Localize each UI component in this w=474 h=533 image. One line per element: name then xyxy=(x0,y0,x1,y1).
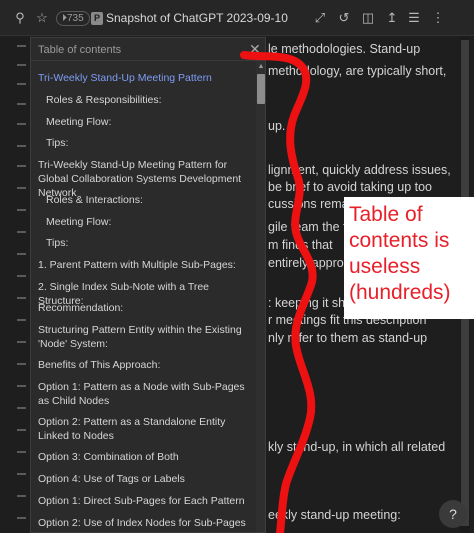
document-line: le methodologies. Stand-up xyxy=(268,42,421,56)
block-handle-icon[interactable] xyxy=(17,187,26,189)
block-handle-icon[interactable] xyxy=(17,209,26,211)
toc-item[interactable]: Option 3: Combination of Both xyxy=(38,450,248,464)
annotation-callout: Table of contents is useless (hundreds) xyxy=(344,197,474,319)
toc-item[interactable]: Tri-Weekly Stand-Up Meeting Pattern xyxy=(38,71,248,85)
block-handle-icon[interactable] xyxy=(17,473,26,475)
scroll-up-icon[interactable]: ▲ xyxy=(256,62,265,72)
block-handle-icon[interactable] xyxy=(17,363,26,365)
share-icon[interactable]: ↥ xyxy=(384,10,400,26)
block-handle-icon[interactable] xyxy=(17,451,26,453)
more-icon[interactable]: ⋮ xyxy=(430,10,446,26)
page-title: Snapshot of ChatGPT 2023-09-10 xyxy=(106,11,288,25)
block-handle-icon[interactable] xyxy=(17,297,26,299)
link-count-badge[interactable]: ⏵735 xyxy=(56,11,90,26)
toc-item[interactable]: Benefits of This Approach: xyxy=(38,358,248,372)
document-line: : keeping it sho xyxy=(268,296,353,310)
toc-item[interactable]: Option 2: Use of Index Nodes for Sub-Pag… xyxy=(38,516,248,530)
annotation-line: useless xyxy=(349,255,421,278)
block-handle-icon[interactable] xyxy=(17,253,26,255)
block-handle-icon[interactable] xyxy=(17,103,26,105)
table-of-contents-panel: Table of contents ✕ Tri-Weekly Stand-Up … xyxy=(30,37,266,533)
toc-item[interactable]: Roles & Interactions: xyxy=(46,193,256,207)
toc-item[interactable]: Recommendation: xyxy=(38,301,248,315)
toc-item[interactable]: Option 1: Direct Sub-Pages for Each Patt… xyxy=(38,494,248,508)
toc-item[interactable]: Structuring Pattern Entity within the Ex… xyxy=(38,323,248,351)
block-handle-icon[interactable] xyxy=(17,231,26,233)
block-handle-icon[interactable] xyxy=(17,385,26,387)
block-handle-icon[interactable] xyxy=(17,495,26,497)
block-handle-icon[interactable] xyxy=(17,429,26,431)
annotation-line: Table of xyxy=(349,203,423,226)
block-handle-icon[interactable] xyxy=(17,407,26,409)
block-gutter xyxy=(0,37,30,533)
document-line: gile team the f xyxy=(268,220,347,234)
block-handle-icon[interactable] xyxy=(17,64,26,66)
document-line: eekly stand-up meeting: xyxy=(268,508,401,522)
search-icon[interactable]: ⚲ xyxy=(12,10,28,26)
block-handle-icon[interactable] xyxy=(17,165,26,167)
annotation-line: contents is xyxy=(349,229,450,252)
block-handle-icon[interactable] xyxy=(17,275,26,277)
toc-item[interactable]: Option 2: Pattern as a Standalone Entity… xyxy=(38,415,248,443)
toc-title: Table of contents xyxy=(38,44,122,56)
close-icon[interactable]: ✕ xyxy=(249,41,261,58)
page-type-badge: P xyxy=(91,12,103,25)
block-handle-icon[interactable] xyxy=(17,517,26,519)
toc-scrollbar[interactable] xyxy=(256,61,265,532)
toc-item[interactable]: Tips: xyxy=(46,236,256,250)
toc-item[interactable]: Meeting Flow: xyxy=(46,215,256,229)
list-icon[interactable]: ☰ xyxy=(406,10,422,26)
annotation-line: (hundreds) xyxy=(349,281,451,304)
document-line: be brief to avoid taking up too xyxy=(268,180,433,194)
history-icon[interactable]: ↺ xyxy=(336,10,352,26)
block-handle-icon[interactable] xyxy=(17,123,26,125)
toc-item[interactable]: Option 4: Use of Tags or Labels xyxy=(38,472,248,486)
toc-item[interactable]: Option 1: Pattern as a Node with Sub-Pag… xyxy=(38,380,248,408)
block-handle-icon[interactable] xyxy=(17,145,26,147)
toc-item[interactable]: Roles & Responsibilities: xyxy=(46,93,256,107)
toc-item[interactable]: 1. Parent Pattern with Multiple Sub-Page… xyxy=(38,258,248,272)
block-handle-icon[interactable] xyxy=(17,45,26,47)
document-line: entirely appro xyxy=(268,256,344,270)
document-line: kly stand-up, in which all related xyxy=(268,440,446,454)
title-bar: ⚲ ☆ ⏵735 P Snapshot of ChatGPT 2023-09-1… xyxy=(0,0,474,36)
star-icon[interactable]: ☆ xyxy=(34,10,50,26)
document-line: lignment, quickly address issues, xyxy=(268,163,451,177)
document-line: m finds that xyxy=(268,238,333,252)
block-handle-icon[interactable] xyxy=(17,319,26,321)
sidebar-icon[interactable]: ◫ xyxy=(360,10,376,26)
help-button[interactable]: ? xyxy=(439,500,467,528)
toc-scrollbar-thumb[interactable] xyxy=(257,74,265,104)
block-handle-icon[interactable] xyxy=(17,83,26,85)
toc-item[interactable]: Meeting Flow: xyxy=(46,115,256,129)
toc-header: Table of contents ✕ xyxy=(31,38,265,61)
block-handle-icon[interactable] xyxy=(17,341,26,343)
expand-icon[interactable]: ⤢ xyxy=(312,10,328,26)
document-line: methodology, are typically short, xyxy=(268,64,447,78)
document-line: up. xyxy=(268,119,286,133)
toc-item[interactable]: Tips: xyxy=(46,136,256,150)
document-line: nly refer to them as stand-up xyxy=(268,331,428,345)
